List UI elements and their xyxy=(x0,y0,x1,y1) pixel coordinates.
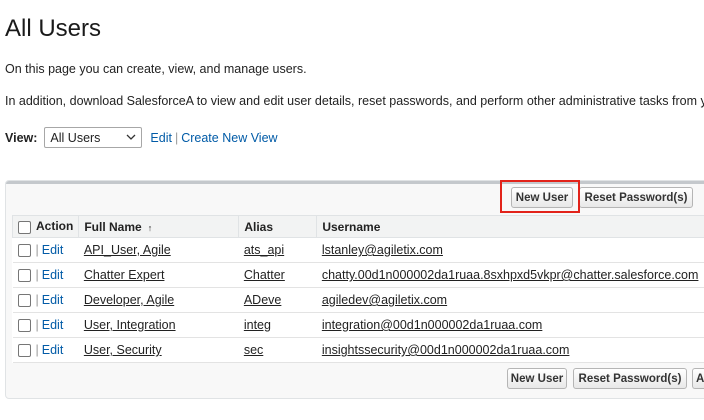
row-checkbox[interactable] xyxy=(17,294,31,308)
page-description: On this page you can create, view, and m… xyxy=(5,62,307,76)
row-username[interactable]: chatty.00d1n000002da1ruaa.8sxhpxd5vkpr@c… xyxy=(322,268,699,282)
row-full-name[interactable]: User, Integration xyxy=(84,318,176,332)
header-action: Action xyxy=(11,215,80,238)
reset-password-button-top[interactable]: Reset Password(s) xyxy=(579,187,693,208)
sort-ascending-icon: ↑ xyxy=(147,222,153,233)
page-title: All Users xyxy=(5,15,102,42)
create-new-view-link[interactable]: Create New View xyxy=(181,131,277,145)
page-description-salesforcea: In addition, download SalesforceA to vie… xyxy=(5,94,704,108)
view-link-separator: | xyxy=(174,130,179,145)
header-full-name[interactable]: Full Name ↑ xyxy=(78,215,240,238)
view-select[interactable]: All Users xyxy=(44,127,143,148)
row-alias[interactable]: Chatter xyxy=(244,268,285,282)
row-alias[interactable]: sec xyxy=(244,343,263,357)
row-alias[interactable]: ats_api xyxy=(244,243,284,257)
select-all-checkbox[interactable] xyxy=(18,220,31,234)
row-edit-link[interactable]: Edit xyxy=(42,343,64,357)
row-edit-link[interactable]: Edit xyxy=(42,268,64,282)
header-username[interactable]: Username xyxy=(316,215,704,238)
row-checkbox[interactable] xyxy=(17,319,31,333)
row-alias[interactable]: integ xyxy=(244,318,271,332)
row-username[interactable]: insightssecurity@00d1n000002da1ruaa.com xyxy=(322,343,570,357)
row-checkbox[interactable] xyxy=(17,244,31,258)
row-full-name[interactable]: Developer, Agile xyxy=(84,293,174,307)
table-row: | Edit User, Security sec insightssecurit… xyxy=(12,337,704,363)
table-header-row: Action Full Name ↑ Alias Username xyxy=(11,215,704,238)
users-table: Action Full Name ↑ Alias Username | Edit A… xyxy=(11,215,704,363)
view-label: View: xyxy=(5,130,38,145)
row-edit-link[interactable]: Edit xyxy=(42,318,64,332)
row-alias[interactable]: ADeve xyxy=(244,293,282,307)
table-row: | Edit Developer, Agile ADeve agiledev@ag… xyxy=(12,287,704,313)
row-username[interactable]: lstanley@agiletix.com xyxy=(322,243,443,257)
table-row: | Edit User, Integration integ integratio… xyxy=(12,312,704,338)
view-select-value: All Users xyxy=(50,130,101,145)
row-username[interactable]: integration@00d1n000002da1ruaa.com xyxy=(322,318,543,332)
row-full-name[interactable]: API_User, Agile xyxy=(84,243,171,257)
additional-action-button-bottom[interactable]: A xyxy=(692,368,704,389)
new-user-highlight-box xyxy=(500,180,580,213)
row-edit-link[interactable]: Edit xyxy=(42,293,64,307)
header-alias[interactable]: Alias xyxy=(238,215,318,238)
row-username[interactable]: agiledev@agiletix.com xyxy=(322,293,447,307)
row-full-name[interactable]: Chatter Expert xyxy=(84,268,165,282)
row-checkbox[interactable] xyxy=(17,269,31,283)
table-row: | Edit Chatter Expert Chatter chatty.00d1… xyxy=(12,262,704,288)
edit-view-link[interactable]: Edit xyxy=(150,131,172,145)
view-selector-row: View: All Users Edit | Create New View xyxy=(5,127,278,148)
reset-password-button-bottom[interactable]: Reset Password(s) xyxy=(573,368,687,389)
row-edit-link[interactable]: Edit xyxy=(42,243,64,257)
row-checkbox[interactable] xyxy=(17,344,31,358)
row-full-name[interactable]: User, Security xyxy=(84,343,162,357)
new-user-button-bottom[interactable]: New User xyxy=(507,368,567,389)
chevron-down-icon xyxy=(126,132,136,145)
table-row: | Edit API_User, Agile ats_api lstanley@a… xyxy=(12,237,704,263)
